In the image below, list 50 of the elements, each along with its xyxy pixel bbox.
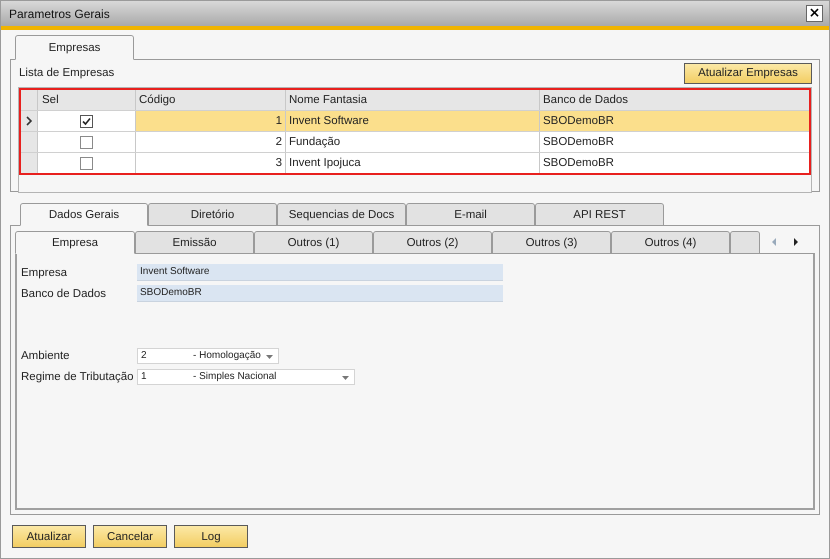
table-cell: Invent Software	[286, 111, 540, 131]
row-pointer-icon	[25, 116, 33, 126]
tab[interactable]: Outros (2)	[373, 231, 492, 254]
tab[interactable]: Outros (1)	[254, 231, 373, 254]
dialog-button[interactable]: Atualizar	[12, 525, 86, 548]
window-title: Parametros Gerais	[9, 6, 110, 20]
checkbox[interactable]	[80, 156, 93, 170]
tab[interactable]: Dados Gerais	[20, 203, 148, 226]
column-header[interactable]: Banco de Dados	[540, 90, 809, 110]
column-header[interactable]: Nome Fantasia	[286, 90, 540, 110]
dialog-button[interactable]: Log	[174, 525, 248, 548]
tab[interactable]	[730, 231, 760, 254]
table-cell-text: SBODemoBR	[542, 135, 615, 150]
table-cell: 3	[136, 153, 286, 173]
table-cell: Invent Ipojuca	[286, 153, 540, 173]
table-cell: Fundação	[286, 132, 540, 152]
tab[interactable]: Diretório	[148, 203, 277, 226]
tab[interactable]: Outros (4)	[611, 231, 730, 254]
field-label: Regime de Tributação	[21, 370, 135, 382]
close-button[interactable]: ×	[806, 5, 823, 22]
caret-icon	[266, 354, 273, 358]
tab[interactable]: Empresa	[15, 231, 135, 254]
dropdown[interactable]: 2 - Homologação	[137, 348, 279, 364]
tab[interactable]: E-mail	[406, 203, 535, 226]
text-field[interactable]: SBODemoBR	[137, 285, 503, 302]
list-label: Lista de Empresas	[18, 67, 114, 79]
caret-icon	[342, 376, 349, 380]
field-label: Ambiente	[21, 350, 71, 362]
table-cell: 2	[136, 132, 286, 152]
tab[interactable]: API REST	[535, 203, 664, 226]
checkbox[interactable]	[80, 114, 93, 128]
tab[interactable]: Sequencias de Docs	[277, 203, 406, 226]
dropdown[interactable]: 1 - Simples Nacional	[137, 368, 355, 384]
scroll-right-icon[interactable]	[792, 236, 800, 246]
checkbox[interactable]	[80, 136, 93, 148]
column-header[interactable]: Sel	[38, 90, 136, 110]
column-header[interactable]: Código	[136, 90, 286, 110]
tab[interactable]: Empresas	[15, 35, 134, 60]
update-button[interactable]: Atualizar Empresas	[684, 62, 812, 84]
field-label: Banco de Dados	[21, 288, 108, 300]
dialog-button[interactable]: Cancelar	[93, 525, 167, 548]
tab[interactable]: Emissão	[135, 231, 254, 254]
tab[interactable]: Outros (3)	[492, 231, 611, 254]
table-cell: SBODemoBR	[540, 111, 809, 131]
text-field[interactable]: Invent Software	[137, 264, 503, 281]
table-cell-text: SBODemoBR	[542, 156, 615, 171]
field-label: Empresa	[21, 266, 68, 278]
row-header[interactable]	[21, 111, 38, 131]
table-cell: 1	[136, 111, 286, 131]
scroll-left-icon[interactable]	[770, 236, 778, 246]
